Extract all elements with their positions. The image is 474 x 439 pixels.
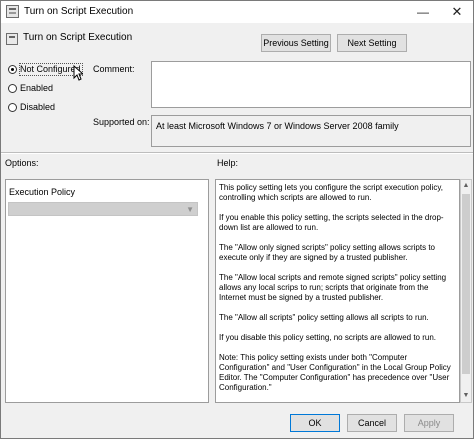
next-setting-button[interactable]: Next Setting — [337, 34, 407, 52]
mouse-pointer-icon — [73, 65, 83, 81]
radio-button-checked[interactable] — [8, 65, 17, 74]
supported-on-field: At least Microsoft Windows 7 or Windows … — [151, 115, 471, 147]
help-paragraph: If you disable this policy setting, no s… — [219, 333, 436, 342]
execution-policy-dropdown: ▼ — [8, 202, 198, 216]
help-paragraph: Note: This policy setting exists under b… — [219, 353, 451, 392]
help-paragraph: The "Allow local scripts and remote sign… — [219, 273, 447, 302]
scroll-thumb[interactable] — [462, 194, 470, 374]
help-label: Help: — [217, 158, 239, 168]
policy-icon — [6, 33, 18, 45]
radio-label: Disabled — [20, 102, 56, 112]
execution-policy-label: Execution Policy — [9, 187, 76, 197]
title-bar: Turn on Script Execution — ✕ — [1, 1, 473, 23]
policy-icon — [6, 5, 19, 18]
previous-setting-button[interactable]: Previous Setting — [261, 34, 331, 52]
scroll-down-arrow-icon[interactable]: ▼ — [461, 390, 471, 402]
supported-on-label: Supported on: — [93, 117, 150, 127]
options-label: Options: — [5, 158, 39, 168]
options-panel: Execution Policy ▼ — [5, 179, 209, 403]
radio-button[interactable] — [8, 84, 17, 93]
help-panel[interactable]: This policy setting lets you configure t… — [215, 179, 460, 403]
help-text: This policy setting lets you configure t… — [219, 183, 455, 402]
radio-label: Enabled — [20, 83, 54, 93]
apply-button[interactable]: Apply — [404, 414, 454, 432]
setting-name: Turn on Script Execution — [23, 32, 133, 43]
radio-label: Not Configured — [20, 64, 81, 74]
help-paragraph: The "Allow all scripts" policy setting a… — [219, 313, 429, 322]
cancel-button[interactable]: Cancel — [347, 414, 397, 432]
help-paragraph: This policy setting lets you configure t… — [219, 183, 443, 202]
comment-textarea[interactable] — [151, 61, 471, 108]
close-button[interactable]: ✕ — [441, 1, 473, 23]
minimize-button[interactable]: — — [407, 1, 439, 23]
help-scrollbar[interactable]: ▲ ▼ — [460, 179, 472, 403]
help-paragraph: If you enable this policy setting, the s… — [219, 213, 444, 232]
divider — [1, 152, 473, 154]
dialog-window: Turn on Script Execution — ✕ Turn on Scr… — [0, 0, 474, 439]
comment-label: Comment: — [93, 64, 135, 74]
chevron-down-icon: ▼ — [186, 205, 194, 214]
window-title: Turn on Script Execution — [24, 6, 134, 17]
help-paragraph: The "Allow only signed scripts" policy s… — [219, 243, 435, 262]
scroll-up-arrow-icon[interactable]: ▲ — [461, 180, 471, 192]
ok-button[interactable]: OK — [290, 414, 340, 432]
radio-button[interactable] — [8, 103, 17, 112]
